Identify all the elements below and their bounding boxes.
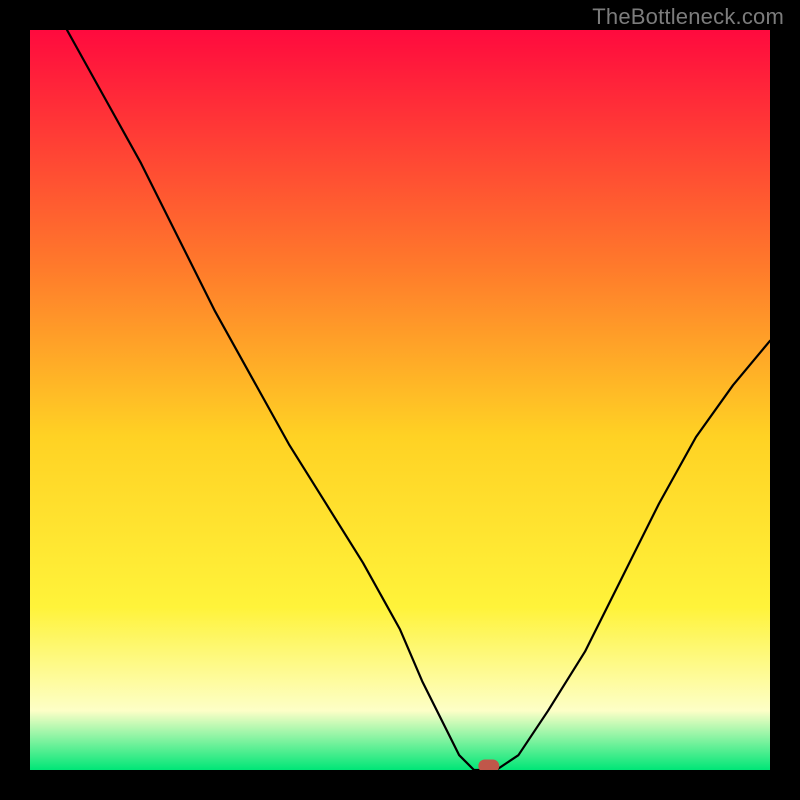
chart-frame: TheBottleneck.com [0, 0, 800, 800]
optimal-marker [479, 760, 499, 770]
watermark-text: TheBottleneck.com [592, 4, 784, 30]
chart-svg [30, 30, 770, 770]
plot-area [30, 30, 770, 770]
gradient-background [30, 30, 770, 770]
